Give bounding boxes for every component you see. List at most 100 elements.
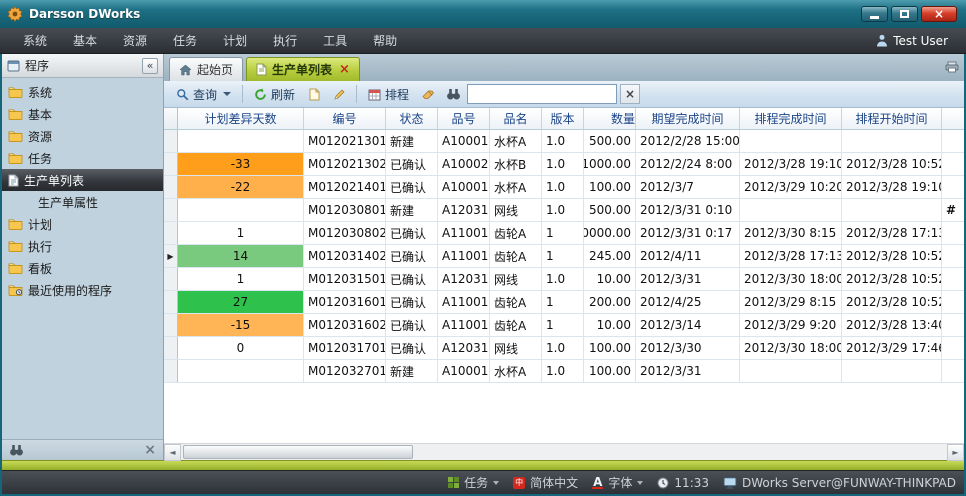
cell-sched-start-time[interactable]: 2012/3/28 10:52 bbox=[842, 245, 942, 267]
cell-item-no[interactable]: A12031 bbox=[438, 268, 490, 290]
cell-item-name[interactable]: 齿轮A bbox=[490, 222, 542, 244]
sidebar-item-kanban[interactable]: 看板 bbox=[2, 257, 163, 279]
close-button[interactable]: × bbox=[921, 6, 957, 22]
cell-expected-time[interactable]: 2012/3/31 0:17 bbox=[636, 222, 740, 244]
cell-expected-time[interactable]: 2012/3/14 bbox=[636, 314, 740, 336]
find-button[interactable] bbox=[442, 84, 464, 105]
cell-plan-diff-days[interactable] bbox=[178, 360, 304, 382]
header-item-name[interactable]: 品名 bbox=[490, 108, 542, 129]
cell-version[interactable]: 1 bbox=[542, 245, 584, 267]
cell-sched-start-time[interactable]: 2012/3/28 19:10 bbox=[842, 176, 942, 198]
table-row[interactable]: 27 M012031601 已确认 A11001 齿轮A 1 200.00 20… bbox=[164, 291, 964, 314]
cell-version[interactable]: 1.0 bbox=[542, 268, 584, 290]
cell-expected-time[interactable]: 2012/3/31 bbox=[636, 268, 740, 290]
tab-home[interactable]: 起始页 bbox=[169, 57, 243, 81]
cell-version[interactable]: 1.0 bbox=[542, 153, 584, 175]
cell-item-name[interactable]: 网线 bbox=[490, 199, 542, 221]
sidebar-item-execute[interactable]: 执行 bbox=[2, 235, 163, 257]
menu-plan[interactable]: 计划 bbox=[210, 28, 260, 53]
table-row[interactable]: M012021301 新建 A10001 水杯A 1.0 500.00 2012… bbox=[164, 130, 964, 153]
cell-expected-time[interactable]: 2012/4/25 bbox=[636, 291, 740, 313]
cell-sched-start-time[interactable]: 2012/3/28 10:52 bbox=[842, 291, 942, 313]
cell-plan-diff-days[interactable]: -15 bbox=[178, 314, 304, 336]
cell-order-no[interactable]: M012032701 bbox=[304, 360, 386, 382]
sidebar-item-production-order-props[interactable]: 生产单属性 bbox=[2, 191, 163, 213]
cell-sched-end-time[interactable]: 2012/3/28 19:10 bbox=[740, 153, 842, 175]
sidebar-item-production-order-list[interactable]: 生产单列表 bbox=[2, 169, 163, 191]
cell-version[interactable]: 1.0 bbox=[542, 337, 584, 359]
cell-item-name[interactable]: 水杯B bbox=[490, 153, 542, 175]
cell-qty[interactable]: 200.00 bbox=[584, 291, 636, 313]
cell-plan-diff-days[interactable]: -22 bbox=[178, 176, 304, 198]
cell-status[interactable]: 新建 bbox=[386, 360, 438, 382]
menu-system[interactable]: 系统 bbox=[10, 28, 60, 53]
cell-plan-diff-days[interactable]: 1 bbox=[178, 222, 304, 244]
header-sched-start-time[interactable]: 排程开始时间 bbox=[842, 108, 942, 129]
cell-expected-time[interactable]: 2012/3/7 bbox=[636, 176, 740, 198]
cell-status[interactable]: 已确认 bbox=[386, 291, 438, 313]
maximize-button[interactable] bbox=[891, 6, 918, 22]
cell-sched-end-time[interactable] bbox=[740, 199, 842, 221]
table-row[interactable]: 1 M012031501 已确认 A12031 网线 1.0 10.00 201… bbox=[164, 268, 964, 291]
cell-sched-start-time[interactable] bbox=[842, 199, 942, 221]
cell-order-no[interactable]: M012030802 bbox=[304, 222, 386, 244]
header-plan-diff-days[interactable]: 计划差异天数 bbox=[178, 108, 304, 129]
menu-help[interactable]: 帮助 bbox=[360, 28, 410, 53]
cell-order-no[interactable]: M012031601 bbox=[304, 291, 386, 313]
cell-status[interactable]: 已确认 bbox=[386, 153, 438, 175]
cell-item-name[interactable]: 齿轮A bbox=[490, 245, 542, 267]
cell-sched-end-time[interactable] bbox=[740, 130, 842, 152]
statusbar-clock[interactable]: 11:33 bbox=[657, 476, 709, 490]
table-row[interactable]: -33 M012021302 已确认 A10002 水杯B 1.0 1000.0… bbox=[164, 153, 964, 176]
cell-qty[interactable]: 245.00 bbox=[584, 245, 636, 267]
cell-sched-start-time[interactable]: 2012/3/28 13:40 bbox=[842, 314, 942, 336]
statusbar-server[interactable]: DWorks Server@FUNWAY-THINKPAD bbox=[723, 476, 956, 490]
cell-sched-start-time[interactable]: 2012/3/28 10:52 bbox=[842, 268, 942, 290]
cell-item-name[interactable]: 齿轮A bbox=[490, 314, 542, 336]
cell-item-no[interactable]: A10001 bbox=[438, 360, 490, 382]
clear-search-button[interactable]: × bbox=[620, 84, 640, 104]
cell-version[interactable]: 1 bbox=[542, 291, 584, 313]
cell-sched-end-time[interactable]: 2012/3/30 18:00 bbox=[740, 337, 842, 359]
sidebar-item-plan[interactable]: 计划 bbox=[2, 213, 163, 235]
cell-item-name[interactable]: 水杯A bbox=[490, 130, 542, 152]
printer-icon[interactable] bbox=[945, 61, 959, 73]
query-button[interactable]: 查询 bbox=[171, 83, 236, 106]
cell-qty[interactable]: 100.00 bbox=[584, 360, 636, 382]
table-row[interactable]: 0 M012031701 已确认 A12031 网线 1.0 100.00 20… bbox=[164, 337, 964, 360]
cell-item-no[interactable]: A11001 bbox=[438, 222, 490, 244]
cell-version[interactable]: 1.0 bbox=[542, 360, 584, 382]
cell-status[interactable]: 已确认 bbox=[386, 314, 438, 336]
cell-version[interactable]: 1.0 bbox=[542, 176, 584, 198]
search-input[interactable] bbox=[467, 84, 617, 104]
cell-plan-diff-days[interactable]: 14 bbox=[178, 245, 304, 267]
menu-basic[interactable]: 基本 bbox=[60, 28, 110, 53]
statusbar-language[interactable]: 中 简体中文 bbox=[513, 474, 578, 491]
cell-item-no[interactable]: A10001 bbox=[438, 176, 490, 198]
scrollbar-thumb[interactable] bbox=[183, 445, 413, 459]
cell-qty[interactable]: 1000.00 bbox=[584, 153, 636, 175]
cell-sched-start-time[interactable] bbox=[842, 360, 942, 382]
header-status[interactable]: 状态 bbox=[386, 108, 438, 129]
menu-execute[interactable]: 执行 bbox=[260, 28, 310, 53]
cell-qty[interactable]: 500.00 bbox=[584, 199, 636, 221]
cell-qty[interactable]: 500.00 bbox=[584, 130, 636, 152]
cell-order-no[interactable]: M012030801 bbox=[304, 199, 386, 221]
cell-status[interactable]: 已确认 bbox=[386, 222, 438, 244]
sidebar-item-recent-programs[interactable]: 最近使用的程序 bbox=[2, 279, 163, 301]
cell-order-no[interactable]: M012021301 bbox=[304, 130, 386, 152]
cell-qty[interactable]: 10000.00 bbox=[584, 222, 636, 244]
cell-order-no[interactable]: M012031402 bbox=[304, 245, 386, 267]
cell-item-no[interactable]: A10001 bbox=[438, 130, 490, 152]
cell-qty[interactable]: 10.00 bbox=[584, 268, 636, 290]
sidebar-collapse-button[interactable]: « bbox=[142, 58, 158, 74]
minimize-button[interactable] bbox=[861, 6, 888, 22]
cell-item-no[interactable]: A11001 bbox=[438, 314, 490, 336]
cell-qty[interactable]: 100.00 bbox=[584, 176, 636, 198]
cell-plan-diff-days[interactable]: -33 bbox=[178, 153, 304, 175]
cell-plan-diff-days[interactable]: 0 bbox=[178, 337, 304, 359]
cell-sched-end-time[interactable]: 2012/3/28 17:13 bbox=[740, 245, 842, 267]
cell-plan-diff-days[interactable]: 27 bbox=[178, 291, 304, 313]
cell-sched-end-time[interactable]: 2012/3/29 9:20 bbox=[740, 314, 842, 336]
current-user[interactable]: Test User bbox=[876, 34, 956, 48]
